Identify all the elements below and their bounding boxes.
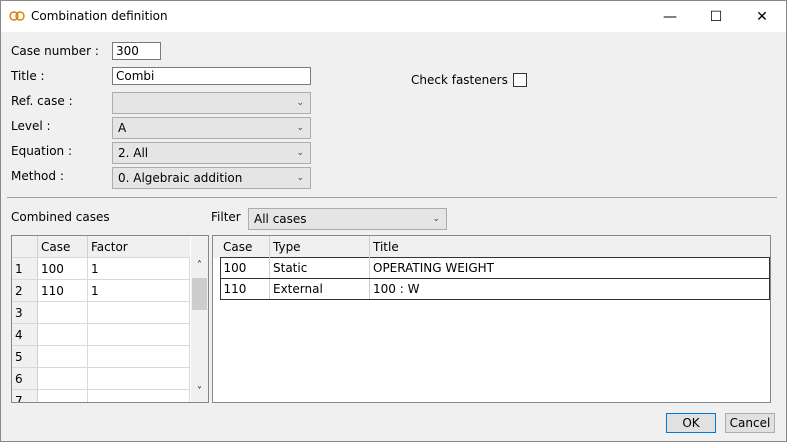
factor-cell[interactable] (87, 323, 190, 346)
method-label: Method : (11, 169, 64, 183)
ref-case-label: Ref. case : (11, 94, 73, 108)
minimize-icon: — (663, 8, 677, 25)
combined-cases-grid[interactable]: Case Factor 1 100 1 2 110 1 3 4 5 6 7 ˄ ˅ (11, 235, 209, 403)
case-cell[interactable] (37, 323, 88, 346)
factor-cell[interactable] (87, 367, 190, 390)
level-value: A (118, 121, 127, 135)
row-number: 2 (12, 279, 38, 302)
chevron-down-icon: ⌄ (296, 98, 304, 108)
filter-value: All cases (254, 212, 307, 226)
chevron-down-icon: ⌄ (296, 148, 304, 158)
scroll-up-icon[interactable]: ˄ (191, 260, 208, 271)
scroll-thumb[interactable] (192, 278, 207, 310)
title-cell[interactable]: OPERATING WEIGHT (369, 257, 770, 279)
window-title: Combination definition (31, 9, 168, 23)
case-cell[interactable] (37, 389, 88, 402)
factor-cell[interactable]: 1 (87, 257, 190, 280)
type-cell[interactable]: External (269, 278, 370, 300)
ok-button[interactable]: OK (666, 413, 716, 433)
factor-cell[interactable] (87, 345, 190, 368)
combined-scrollbar[interactable]: ˄ ˅ (191, 236, 208, 402)
filter-select[interactable]: All cases ⌄ (248, 208, 447, 230)
table-row[interactable]: 110 External 100 : W (213, 278, 770, 300)
row-number: 7 (12, 389, 38, 402)
column-header-type[interactable]: Type (269, 236, 370, 258)
row-number: 6 (12, 367, 38, 390)
title-label: Title : (11, 69, 45, 83)
case-cell[interactable]: 110 (37, 279, 88, 302)
column-header-case[interactable]: Case (220, 236, 270, 258)
case-cell[interactable] (37, 367, 88, 390)
equation-value: 2. All (118, 146, 149, 160)
method-value: 0. Algebraic addition (118, 171, 243, 185)
minimize-button[interactable]: — (647, 1, 693, 32)
column-header-title[interactable]: Title (370, 236, 770, 258)
ref-case-select[interactable]: ⌄ (112, 92, 311, 114)
title-cell[interactable]: 100 : W (369, 278, 770, 300)
close-icon: ✕ (756, 8, 768, 25)
maximize-icon: ☐ (709, 8, 723, 25)
filter-cases-body: 100 Static OPERATING WEIGHT 110 External 100 … (213, 257, 770, 300)
table-row[interactable]: 1 100 1 (12, 257, 190, 280)
table-row[interactable]: 5 (12, 345, 190, 368)
combination-definition-window: Combination definition — ☐ ✕ Case number… (0, 0, 787, 442)
case-cell[interactable]: 100 (37, 257, 88, 280)
row-header-corner (12, 236, 38, 258)
table-row[interactable]: 4 (12, 323, 190, 346)
factor-cell[interactable] (87, 301, 190, 324)
method-select[interactable]: 0. Algebraic addition ⌄ (112, 167, 311, 189)
case-cell[interactable] (37, 301, 88, 324)
table-row[interactable]: 100 Static OPERATING WEIGHT (213, 257, 770, 279)
table-row[interactable]: 2 110 1 (12, 279, 190, 302)
case-cell[interactable]: 100 (219, 257, 270, 279)
column-header-factor[interactable]: Factor (88, 236, 190, 258)
case-cell[interactable]: 110 (219, 278, 270, 300)
separator (7, 197, 777, 198)
row-number: 5 (12, 345, 38, 368)
factor-cell[interactable]: 1 (87, 279, 190, 302)
combined-cases-label: Combined cases (11, 210, 110, 224)
maximize-button[interactable]: ☐ (693, 1, 739, 32)
combined-cases-body: 1 100 1 2 110 1 3 4 5 6 7 (12, 257, 190, 402)
combined-cases-table: Case Factor 1 100 1 2 110 1 3 4 5 6 7 (12, 236, 190, 402)
close-button[interactable]: ✕ (739, 1, 785, 32)
factor-cell[interactable] (87, 389, 190, 402)
table-row[interactable]: 7 (12, 389, 190, 402)
table-row[interactable]: 6 (12, 367, 190, 390)
type-cell[interactable]: Static (269, 257, 370, 279)
check-fasteners-checkbox[interactable] (513, 73, 527, 87)
equation-select[interactable]: 2. All ⌄ (112, 142, 311, 164)
row-number: 1 (12, 257, 38, 280)
chevron-down-icon: ⌄ (296, 123, 304, 133)
title-input[interactable]: Combi (112, 67, 311, 85)
column-header-case[interactable]: Case (37, 236, 88, 258)
table-row[interactable]: 3 (12, 301, 190, 324)
title-bar[interactable]: Combination definition — ☐ ✕ (1, 1, 786, 32)
case-number-label: Case number : (11, 44, 99, 58)
equation-label: Equation : (11, 144, 73, 158)
filter-label: Filter (211, 210, 241, 224)
chevron-down-icon: ⌄ (296, 173, 304, 183)
check-fasteners-label: Check fasteners : (411, 73, 516, 87)
app-icon (9, 11, 25, 21)
case-number-input[interactable]: 300 (112, 42, 161, 60)
level-label: Level : (11, 119, 51, 133)
case-cell[interactable] (37, 345, 88, 368)
row-number: 3 (12, 301, 38, 324)
row-number: 4 (12, 323, 38, 346)
chevron-down-icon: ⌄ (432, 214, 440, 224)
filter-cases-table: Case Type Title 100 Static OPERATING WEIGH… (213, 236, 770, 300)
scroll-down-icon[interactable]: ˅ (191, 386, 208, 397)
level-select[interactable]: A ⌄ (112, 117, 311, 139)
filter-cases-grid[interactable]: Case Type Title 100 Static OPERATING WEIGH… (212, 235, 771, 403)
cancel-button[interactable]: Cancel (725, 413, 775, 433)
